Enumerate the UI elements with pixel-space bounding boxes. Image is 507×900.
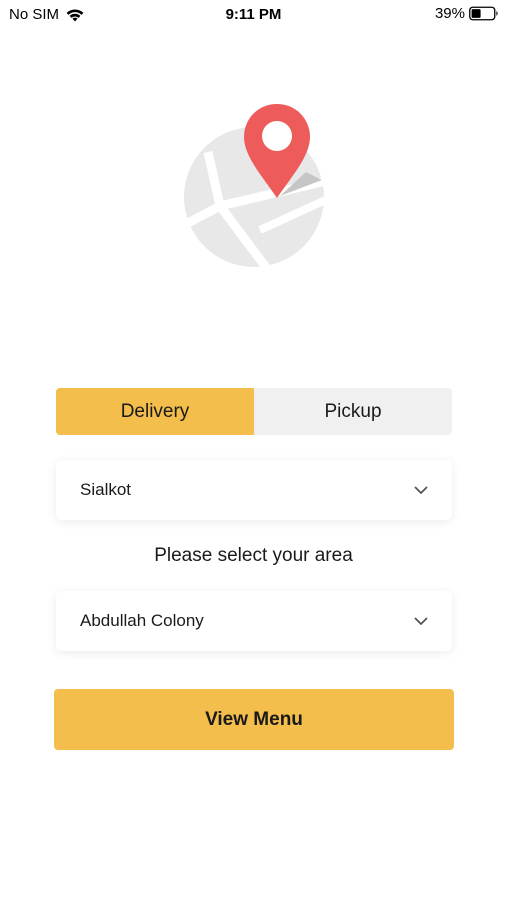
area-select[interactable]: Abdullah Colony (56, 591, 452, 651)
map-pin-illustration (183, 104, 330, 270)
battery-group: 39% (435, 5, 499, 22)
chevron-down-icon (414, 486, 428, 494)
battery-percent: 39% (434, 5, 465, 22)
view-menu-button[interactable]: View Menu (54, 689, 454, 750)
tab-delivery[interactable]: Delivery (56, 388, 254, 435)
battery-icon (469, 6, 498, 21)
tab-pickup[interactable]: Pickup (254, 388, 452, 435)
area-prompt: Please select your area (154, 545, 353, 566)
status-bar: No SIM 9:11 PM 39% (0, 0, 507, 28)
order-type-toggle: Delivery Pickup (56, 388, 452, 435)
status-time: 9:11 PM (225, 6, 282, 23)
area-select-value: Abdullah Colony (80, 611, 204, 630)
city-select-value: Sialkot (80, 480, 132, 499)
city-select[interactable]: Sialkot (56, 460, 452, 520)
chevron-down-icon (414, 617, 428, 625)
